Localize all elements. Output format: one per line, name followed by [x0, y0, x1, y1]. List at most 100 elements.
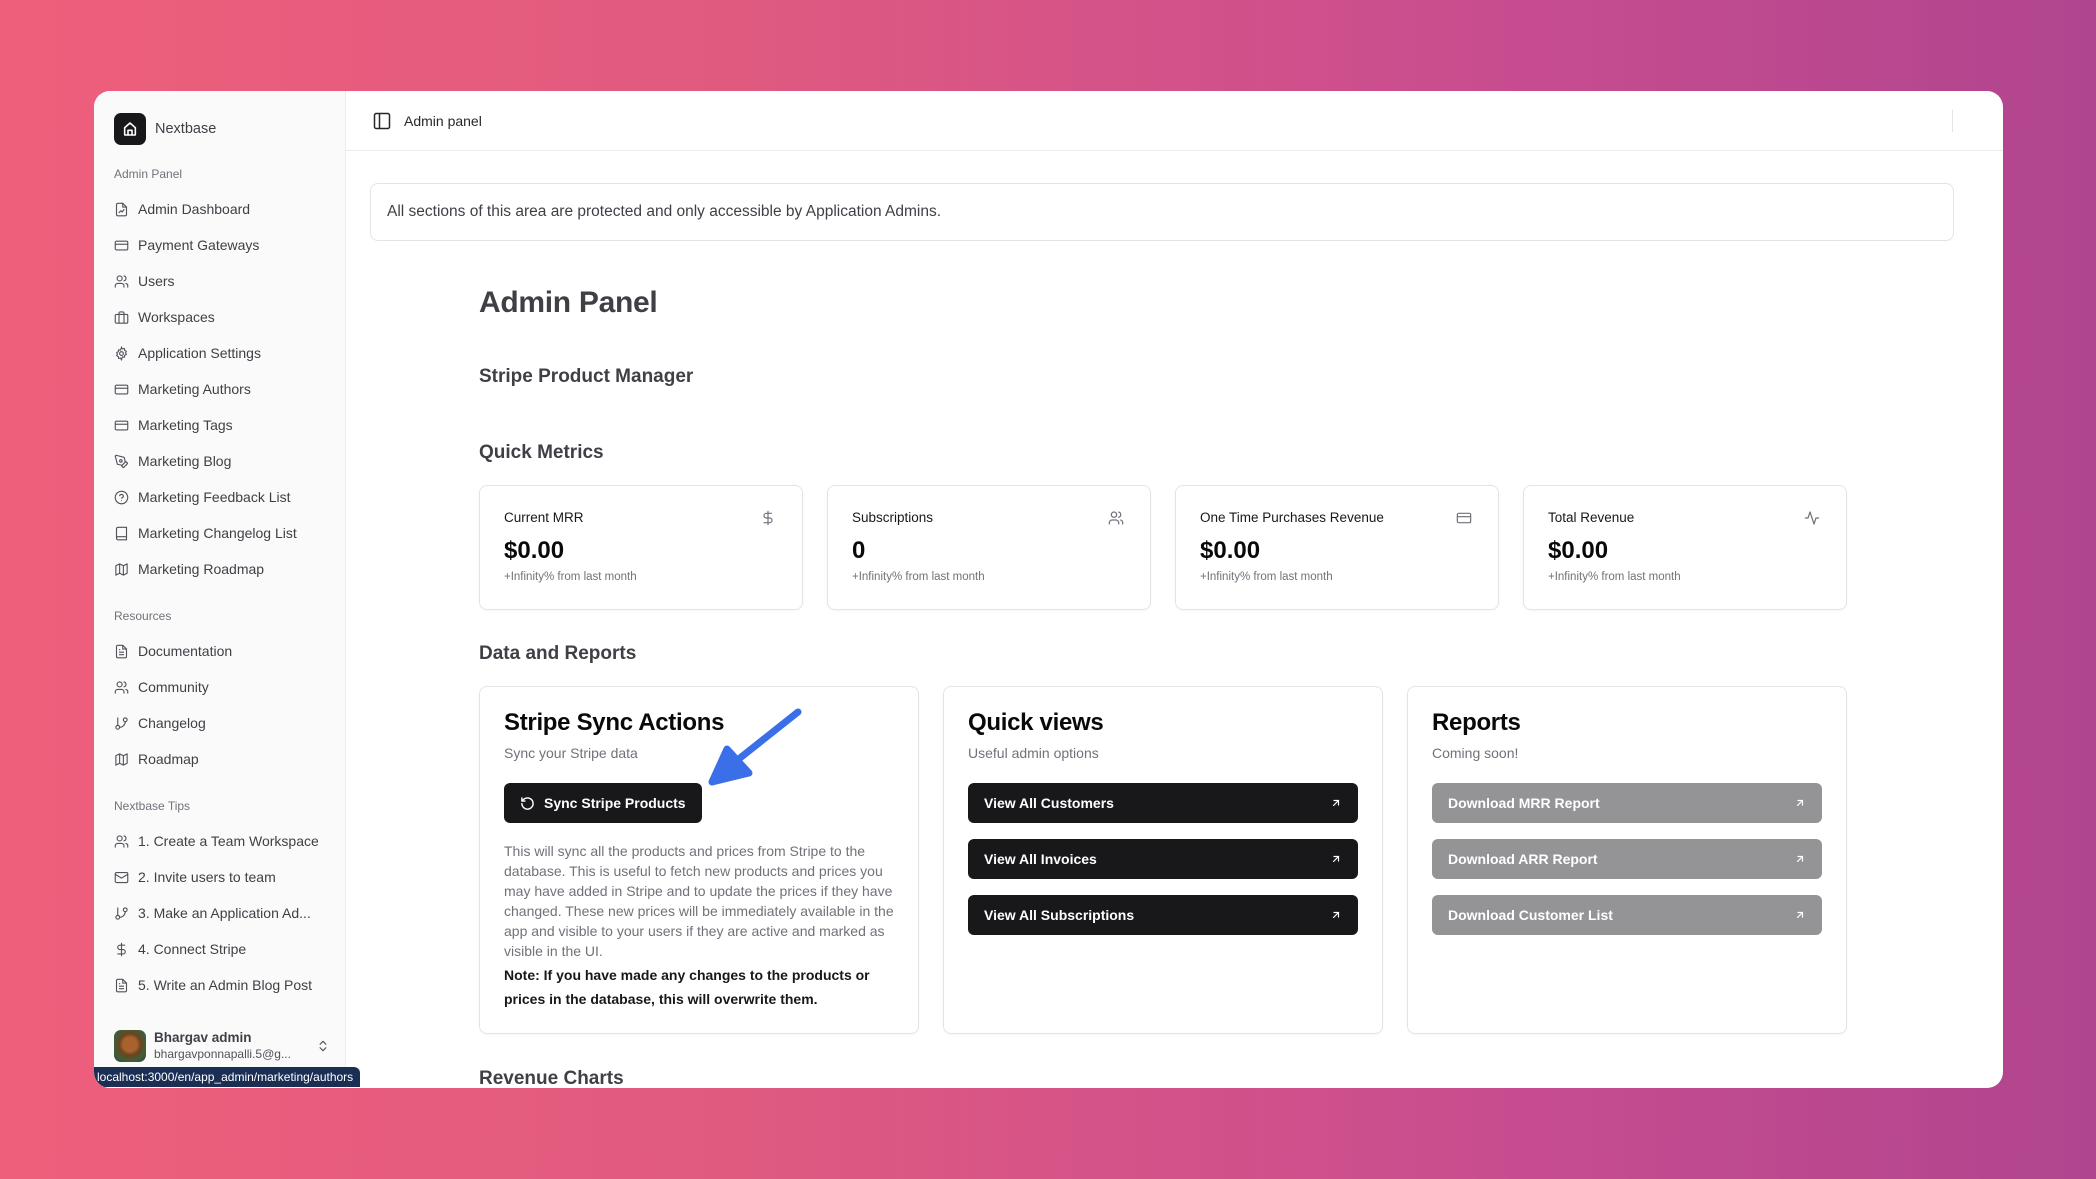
sidebar-item-label: Admin Dashboard: [138, 201, 251, 217]
sidebar-item-label: Documentation: [138, 643, 233, 659]
sidebar-item-tip-5[interactable]: 5. Write an Admin Blog Post: [114, 967, 345, 1003]
button-label: Download ARR Report: [1448, 851, 1598, 867]
metric-value: $0.00: [504, 537, 565, 564]
sidebar-item-tip-4[interactable]: 4. Connect Stripe: [114, 931, 345, 967]
card-title: Quick views: [968, 709, 1104, 736]
sidebar-item-marketing-tags[interactable]: Marketing Tags: [114, 407, 345, 443]
gear-icon: [115, 345, 128, 361]
sidebar-item-roadmap[interactable]: Roadmap: [114, 741, 345, 777]
arrow-up-right-icon: [1796, 911, 1804, 919]
sidebar-item-label: Workspaces: [138, 309, 215, 325]
users-icon: [114, 274, 129, 288]
credit-card-icon: [1456, 512, 1472, 524]
book-icon: [115, 526, 128, 540]
map-icon: [115, 752, 128, 766]
sidebar-item-label: Roadmap: [138, 751, 199, 767]
sidebar-item-label: Payment Gateways: [138, 237, 260, 253]
sidebar-item-payment-gateways[interactable]: Payment Gateways: [114, 227, 345, 263]
dollar-icon: [117, 942, 126, 956]
sidebar-toggle-icon[interactable]: [372, 111, 392, 131]
metric-card-one-time-revenue: One Time Purchases Revenue $0.00 +Infini…: [1175, 485, 1499, 610]
sidebar-item-workspaces[interactable]: Workspaces: [114, 299, 345, 335]
sidebar-item-marketing-changelog-list[interactable]: Marketing Changelog List: [114, 515, 345, 551]
card-title: Reports: [1432, 709, 1521, 736]
avatar: [114, 1030, 146, 1062]
metric-delta: +Infinity% from last month: [504, 571, 637, 583]
reports-card: Reports Coming soon! Download MRR Report…: [1407, 686, 1847, 1034]
sidebar-item-tip-3[interactable]: 3. Make an Application Ad...: [114, 895, 345, 931]
sidebar-item-label: Marketing Roadmap: [138, 561, 265, 577]
metric-card-mrr: Current MRR $0.00 +Infinity% from last m…: [479, 485, 803, 610]
arrow-up-right-icon: [1332, 911, 1340, 919]
sidebar-item-label: Application Settings: [138, 345, 261, 361]
chevrons-up-down-icon: [319, 1040, 327, 1052]
download-customer-list-button[interactable]: Download Customer List: [1432, 895, 1822, 935]
status-bar-url: localhost:3000/en/app_admin/marketing/au…: [94, 1067, 361, 1087]
admin-notice: All sections of this area are protected …: [370, 183, 1954, 241]
sidebar: Nextbase Admin Panel Admin Dashboard Pay…: [94, 91, 361, 1088]
sidebar-item-marketing-feedback-list[interactable]: Marketing Feedback List: [114, 479, 345, 515]
sidebar-group-tips: Nextbase Tips 1. Create a Team Workspace…: [114, 799, 345, 1003]
sidebar-item-marketing-blog[interactable]: Marketing Blog: [114, 443, 345, 479]
download-mrr-report-button[interactable]: Download MRR Report: [1432, 783, 1822, 823]
quick-metrics-heading: Quick Metrics: [479, 442, 604, 463]
revenue-charts-heading: Revenue Charts: [479, 1068, 624, 1088]
brand[interactable]: Nextbase: [114, 113, 345, 145]
git-branch-icon: [115, 906, 128, 920]
user-menu[interactable]: Bhargav admin bhargavponnapalli.5@g...: [114, 1029, 330, 1063]
arrow-up-right-icon: [1796, 799, 1804, 807]
users-icon: [114, 834, 129, 848]
view-all-customers-button[interactable]: View All Customers: [968, 783, 1358, 823]
button-label: View All Invoices: [984, 851, 1097, 867]
button-label: Download MRR Report: [1448, 795, 1600, 811]
briefcase-icon: [114, 310, 129, 324]
credit-card-icon: [114, 384, 129, 394]
pen-tool-icon: [114, 454, 129, 468]
sidebar-item-label: 2. Invite users to team: [138, 869, 276, 885]
metric-label: Current MRR: [504, 510, 584, 525]
sidebar-item-users[interactable]: Users: [114, 263, 345, 299]
card-subtitle: Useful admin options: [968, 745, 1099, 761]
sidebar-item-label: Marketing Tags: [138, 417, 233, 433]
card-title: Stripe Sync Actions: [504, 709, 725, 736]
user-email: bhargavponnapalli.5@g...: [154, 1047, 291, 1061]
sidebar-item-admin-dashboard[interactable]: Admin Dashboard: [114, 191, 345, 227]
metric-value: 0: [852, 537, 866, 564]
credit-card-icon: [114, 420, 129, 430]
arrow-up-right-icon: [1332, 799, 1340, 807]
group-label: Admin Panel: [114, 167, 183, 181]
stripe-sync-card: Stripe Sync Actions Sync your Stripe dat…: [479, 686, 919, 1034]
sidebar-item-documentation[interactable]: Documentation: [114, 633, 345, 669]
view-all-subscriptions-button[interactable]: View All Subscriptions: [968, 895, 1358, 935]
file-text-icon: [115, 978, 128, 992]
button-label: Download Customer List: [1448, 907, 1613, 923]
sidebar-group-admin: Admin Panel Admin Dashboard Payment Gate…: [114, 167, 345, 587]
sidebar-item-label: 1. Create a Team Workspace: [138, 833, 319, 849]
help-circle-icon: [114, 490, 129, 504]
arrow-up-right-icon: [1796, 855, 1804, 863]
activity-icon: [1804, 511, 1820, 525]
app-window: Nextbase Admin Panel Admin Dashboard Pay…: [94, 91, 2003, 1088]
users-icon: [114, 680, 129, 694]
sidebar-item-community[interactable]: Community: [114, 669, 345, 705]
sync-stripe-products-button[interactable]: Sync Stripe Products: [504, 783, 702, 823]
sidebar-item-changelog[interactable]: Changelog: [114, 705, 345, 741]
download-arr-report-button[interactable]: Download ARR Report: [1432, 839, 1822, 879]
refresh-icon: [521, 796, 534, 810]
sync-description: This will sync all the products and pric…: [504, 843, 894, 959]
sidebar-item-application-settings[interactable]: Application Settings: [114, 335, 345, 371]
metric-label: Total Revenue: [1548, 510, 1635, 525]
metric-card-total-revenue: Total Revenue $0.00 +Infinity% from last…: [1523, 485, 1847, 610]
button-label: Sync Stripe Products: [544, 795, 686, 811]
main-content: Admin panel All sections of this area ar…: [346, 91, 2003, 1088]
git-branch-icon: [115, 716, 128, 730]
sidebar-item-marketing-authors[interactable]: Marketing Authors: [114, 371, 345, 407]
sidebar-item-marketing-roadmap[interactable]: Marketing Roadmap: [114, 551, 345, 587]
data-reports-heading: Data and Reports: [479, 643, 637, 664]
sidebar-item-tip-2[interactable]: 2. Invite users to team: [114, 859, 345, 895]
page-title: Admin Panel: [479, 286, 658, 319]
sidebar-item-tip-1[interactable]: 1. Create a Team Workspace: [114, 823, 345, 859]
metric-value: $0.00: [1200, 537, 1261, 564]
card-subtitle: Sync your Stripe data: [504, 745, 638, 761]
view-all-invoices-button[interactable]: View All Invoices: [968, 839, 1358, 879]
